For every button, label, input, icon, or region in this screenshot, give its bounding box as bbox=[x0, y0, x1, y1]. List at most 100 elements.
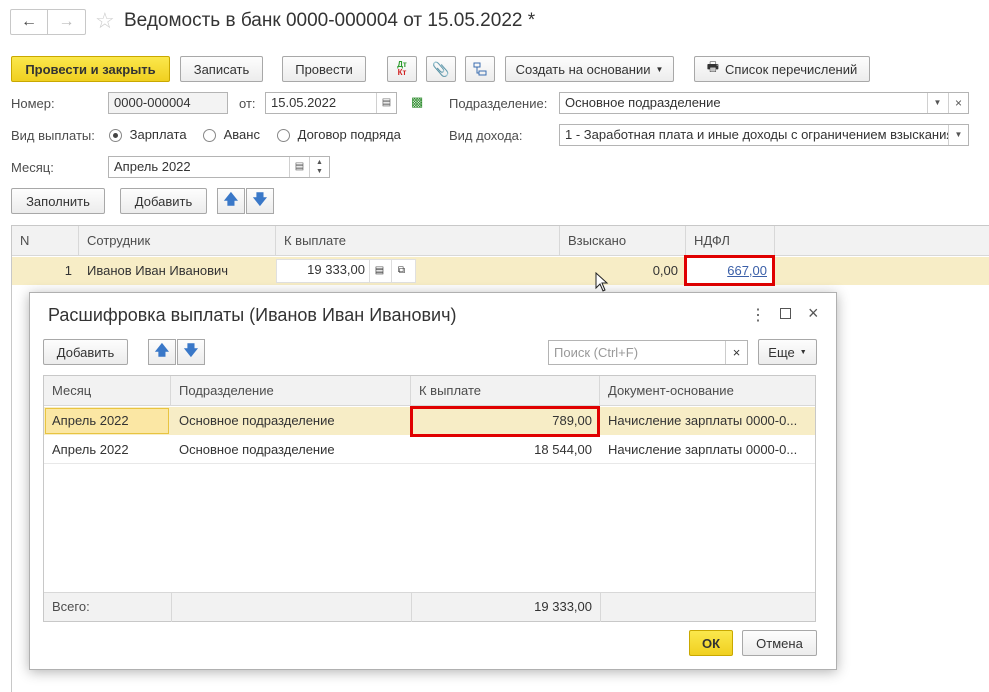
header-withheld[interactable]: Взыскано bbox=[560, 226, 686, 256]
date-field[interactable]: 15.05.2022 ▤ bbox=[265, 92, 397, 114]
move-down-button[interactable]: 🡇 bbox=[246, 188, 274, 214]
income-type-field[interactable]: 1 - Заработная плата и иные доходы с огр… bbox=[559, 124, 969, 146]
cell-ndfl-link[interactable]: 667,00 bbox=[688, 257, 767, 285]
header-n[interactable]: N bbox=[12, 226, 79, 256]
save-button[interactable]: Записать bbox=[180, 56, 263, 82]
arrow-down-icon: 🡇 bbox=[252, 191, 268, 207]
radio-advance-circle bbox=[203, 129, 216, 143]
dialog-table: Месяц Подразделение К выплате Документ-о… bbox=[43, 375, 816, 622]
dialog-header-payout[interactable]: К выплате bbox=[411, 376, 600, 406]
radio-advance[interactable]: Аванс bbox=[203, 127, 260, 143]
create-based-on-button[interactable]: Создать на основании ▼ bbox=[505, 56, 674, 82]
star-icon[interactable]: ☆ bbox=[95, 8, 115, 34]
arrow-right-icon: → bbox=[58, 13, 75, 30]
paperclip-icon: 📎 bbox=[432, 60, 450, 77]
income-type-value: 1 - Заработная плата и иные доходы с огр… bbox=[565, 127, 954, 142]
month-label: Месяц: bbox=[11, 160, 54, 175]
mouse-cursor-icon bbox=[595, 272, 609, 292]
structure-button[interactable] bbox=[465, 56, 495, 82]
dialog-header-month[interactable]: Месяц bbox=[44, 376, 171, 406]
dialog-header-division[interactable]: Подразделение bbox=[171, 376, 411, 406]
cell-month: Апрель 2022 bbox=[52, 442, 129, 457]
post-and-close-button[interactable]: Провести и закрыть bbox=[11, 56, 170, 82]
month-value: Апрель 2022 bbox=[114, 159, 191, 174]
table-row[interactable]: Апрель 2022 Основное подразделение 789,0… bbox=[44, 406, 815, 437]
radio-salary-label: Зарплата bbox=[129, 127, 187, 142]
footer-divider-1 bbox=[171, 593, 172, 622]
cancel-button[interactable]: Отмена bbox=[742, 630, 817, 656]
cell-division: Основное подразделение bbox=[179, 413, 335, 428]
back-button[interactable]: ← bbox=[11, 10, 48, 34]
month-stepper-icon[interactable]: ▲ ▼ bbox=[309, 157, 329, 177]
radio-salary[interactable]: Зарплата bbox=[109, 127, 187, 143]
payment-breakdown-dialog: Расшифровка выплаты (Иванов Иван Иванови… bbox=[29, 292, 837, 670]
header-payout[interactable]: К выплате bbox=[276, 226, 560, 256]
attach-button[interactable]: 📎 bbox=[426, 56, 456, 82]
printer-icon: 🖶 bbox=[706, 59, 720, 74]
dialog-table-footer: Всего: 19 333,00 bbox=[44, 592, 815, 622]
forward-button[interactable]: → bbox=[48, 10, 85, 34]
check-document-icon[interactable]: ▩ bbox=[411, 94, 423, 110]
dialog-table-header: Месяц Подразделение К выплате Документ-о… bbox=[44, 376, 815, 406]
more-label: Еще bbox=[768, 344, 795, 360]
number-field[interactable]: 0000-000004 bbox=[108, 92, 228, 114]
calendar-icon[interactable]: ▤ bbox=[289, 157, 309, 177]
dialog-title: Расшифровка выплаты (Иванов Иван Иванови… bbox=[48, 305, 457, 325]
cell-document: Начисление зарплаты 0000-0... bbox=[608, 442, 798, 457]
maximize-icon[interactable] bbox=[780, 308, 791, 319]
calculator-icon[interactable]: ▤ bbox=[369, 260, 389, 282]
dt-kt-button[interactable]: Дт Кт bbox=[387, 56, 417, 82]
division-field[interactable]: Основное подразделение ▼ × bbox=[559, 92, 969, 114]
arrow-down-icon: 🡇 bbox=[183, 342, 199, 358]
month-field[interactable]: Апрель 2022 ▤ ▲ ▼ bbox=[108, 156, 330, 178]
more-vert-icon[interactable]: ⋮ bbox=[750, 305, 766, 325]
arrow-up-icon: 🡅 bbox=[154, 342, 170, 358]
dialog-move-up-button[interactable]: 🡅 bbox=[148, 339, 176, 365]
header-ndfl[interactable]: НДФЛ bbox=[686, 226, 775, 256]
dialog-header-document[interactable]: Документ-основание bbox=[600, 376, 815, 406]
number-label: Номер: bbox=[11, 96, 55, 111]
post-button[interactable]: Провести bbox=[282, 56, 366, 82]
cell-payout: 19 333,00 bbox=[307, 262, 365, 277]
cell-division: Основное подразделение bbox=[179, 442, 335, 457]
nav-group: ← → bbox=[10, 9, 86, 35]
calendar-icon[interactable]: ▤ bbox=[376, 93, 396, 113]
transfer-list-label: Список перечислений bbox=[725, 61, 858, 77]
hierarchy-icon bbox=[473, 62, 487, 76]
chevron-down-icon[interactable]: ▼ bbox=[948, 125, 968, 145]
dialog-move-down-button[interactable]: 🡇 bbox=[177, 339, 205, 365]
income-type-label: Вид дохода: bbox=[449, 128, 523, 143]
ok-button[interactable]: ОК bbox=[689, 630, 733, 656]
pay-type-label: Вид выплаты: bbox=[11, 128, 95, 143]
chevron-down-icon: ▼ bbox=[655, 64, 664, 74]
cell-month: Апрель 2022 bbox=[52, 413, 129, 428]
cell-payout: 789,00 bbox=[552, 413, 592, 428]
create-based-on-label: Создать на основании bbox=[515, 61, 651, 77]
payout-cell[interactable]: 19 333,00 ▤ ⧉ bbox=[276, 259, 416, 283]
header-employee[interactable]: Сотрудник bbox=[79, 226, 276, 256]
search-clear-icon[interactable]: × bbox=[725, 341, 747, 364]
chevron-down-icon[interactable]: ▼ bbox=[927, 93, 947, 113]
fill-button[interactable]: Заполнить bbox=[11, 188, 105, 214]
search-input[interactable]: Поиск (Ctrl+F) × bbox=[548, 340, 748, 365]
search-placeholder: Поиск (Ctrl+F) bbox=[554, 345, 639, 360]
cell-withheld: 0,00 bbox=[652, 263, 678, 278]
date-value: 15.05.2022 bbox=[271, 95, 337, 110]
window-title: Ведомость в банк 0000-000004 от 15.05.20… bbox=[124, 10, 536, 31]
move-up-button[interactable]: 🡅 bbox=[217, 188, 245, 214]
radio-contract[interactable]: Договор подряда bbox=[277, 127, 401, 143]
division-label: Подразделение: bbox=[449, 96, 548, 111]
cell-payout: 18 544,00 bbox=[534, 442, 592, 457]
cell-employee: Иванов Иван Иванович bbox=[87, 263, 229, 278]
transfer-list-button[interactable]: 🖶 Список перечислений bbox=[694, 56, 870, 82]
table-header: N Сотрудник К выплате Взыскано НДФЛ bbox=[12, 226, 989, 256]
clear-icon[interactable]: × bbox=[948, 93, 968, 113]
more-button[interactable]: Еще ▼ bbox=[758, 339, 817, 365]
table-row[interactable]: 1 Иванов Иван Иванович 19 333,00 ▤ ⧉ 0,0… bbox=[12, 255, 989, 286]
add-button[interactable]: Добавить bbox=[120, 188, 207, 214]
table-row[interactable]: Апрель 2022 Основное подразделение 18 54… bbox=[44, 436, 815, 464]
close-icon[interactable]: × bbox=[808, 303, 819, 324]
footer-divider-3 bbox=[600, 593, 601, 622]
open-detail-icon[interactable]: ⧉ bbox=[391, 260, 411, 282]
dialog-add-button[interactable]: Добавить bbox=[43, 339, 128, 365]
